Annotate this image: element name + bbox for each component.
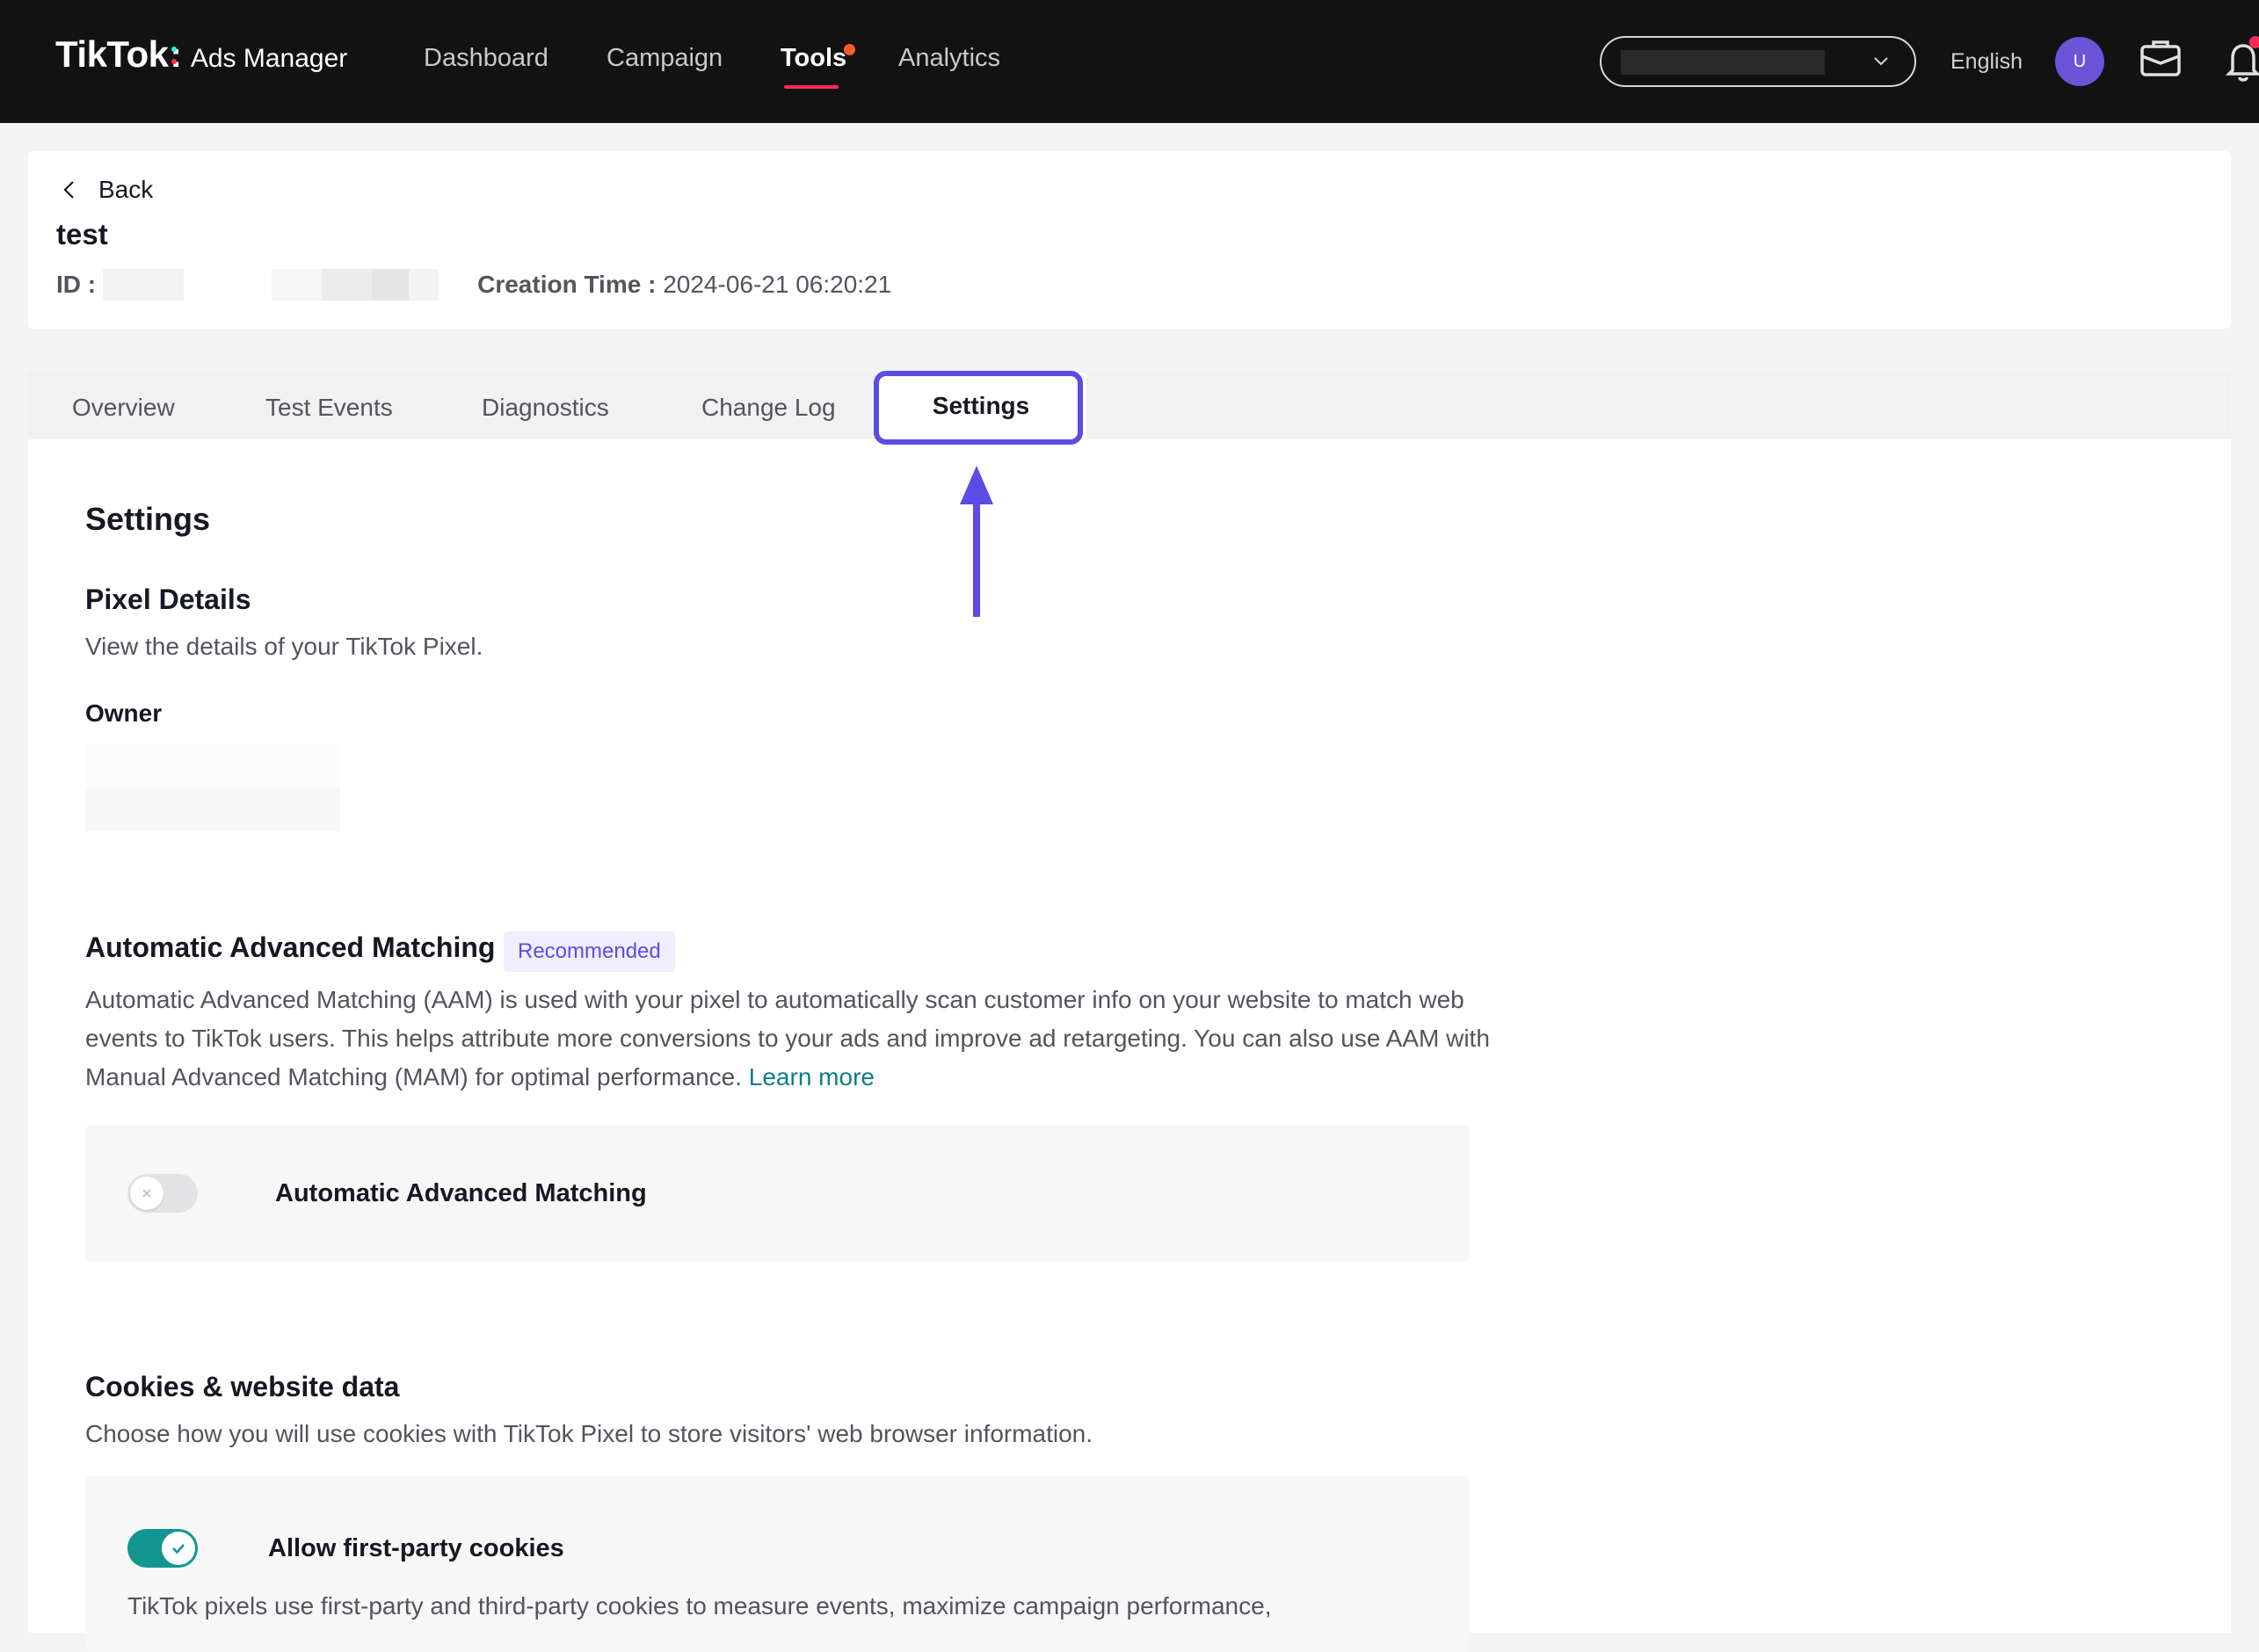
pixel-id-redacted-2 [272,269,439,301]
recommended-badge: Recommended [504,931,675,972]
owner-label: Owner [85,699,163,727]
bell-icon[interactable] [2222,35,2259,84]
nav-tools[interactable]: Tools [781,44,846,73]
logo-dots: : [170,36,182,75]
back-link[interactable]: Back [58,176,153,204]
top-navigation-bar: TikTok : Ads Manager Dashboard Campaign … [0,0,2259,123]
tab-test-events[interactable]: Test Events [265,394,393,422]
aam-toggle-panel: Automatic Advanced Matching [85,1125,1469,1262]
nav-dashboard[interactable]: Dashboard [424,44,548,73]
tiktok-ads-manager-logo[interactable]: TikTok : Ads Manager [55,33,347,76]
logo-product: Ads Manager [190,44,348,73]
pixel-name: test [56,218,108,250]
owner-value-redacted [85,743,340,831]
user-avatar[interactable]: U [2055,37,2104,86]
nav-analytics[interactable]: Analytics [898,44,1000,73]
nav-campaign[interactable]: Campaign [607,44,723,73]
learn-more-link[interactable]: Learn more [749,1063,875,1090]
pixel-id-redacted [103,269,185,301]
first-party-cookies-toggle[interactable] [127,1529,198,1568]
account-selector[interactable] [1600,36,1916,87]
toggle-knob [162,1532,195,1565]
cookies-explanation: TikTok pixels use first-party and third-… [127,1592,1272,1619]
tools-notification-dot [844,44,855,55]
pixel-details-description: View the details of your TikTok Pixel. [85,633,483,660]
pixel-tabs: Overview Test Events Diagnostics Change … [28,373,2231,439]
logo-brand: TikTok [55,33,169,75]
pixel-meta-row: ID : Creation Time : 2024-06-21 06:20:21 [56,269,891,301]
aam-toggle-label: Automatic Advanced Matching [275,1179,647,1207]
aam-heading: Automatic Advanced Matching [85,931,496,963]
x-icon [142,1189,151,1198]
cookies-heading: Cookies & website data [85,1371,400,1402]
creation-time-value: 2024-06-21 06:20:21 [663,271,892,298]
chevron-down-icon [1874,57,1888,66]
active-nav-indicator [784,85,839,89]
back-label: Back [98,176,154,203]
arrow-up-icon [960,466,993,617]
aam-description: Automatic Advanced Matching (AAM) is use… [85,981,1509,1097]
briefcase-icon[interactable] [2138,35,2183,81]
account-name-redacted [1621,50,1825,75]
cookies-panel: Allow first-party cookies TikTok pixels … [85,1476,1469,1652]
pixel-details-heading: Pixel Details [85,583,251,615]
first-party-cookies-label: Allow first-party cookies [268,1534,564,1562]
creation-time-label: Creation Time : [477,271,657,298]
settings-title: Settings [85,501,211,537]
toggle-knob [130,1177,163,1210]
settings-panel: Settings Pixel Details View the details … [28,439,2231,1652]
language-switcher[interactable]: English [1950,49,2023,75]
check-icon [172,1544,185,1554]
creation-time: Creation Time : 2024-06-21 06:20:21 [477,271,891,299]
tab-overview[interactable]: Overview [72,394,175,422]
aam-toggle[interactable] [127,1174,198,1213]
pixel-header-card: Back test ID : Creation Time : 2024-06-2… [28,151,2231,329]
tab-change-log[interactable]: Change Log [701,394,836,422]
pixel-id-label: ID : [56,271,97,298]
cookies-description: Choose how you will use cookies with Tik… [85,1420,1093,1447]
tab-settings[interactable]: Settings [875,373,1086,439]
tab-diagnostics[interactable]: Diagnostics [482,394,609,422]
chevron-left-icon [63,181,74,199]
